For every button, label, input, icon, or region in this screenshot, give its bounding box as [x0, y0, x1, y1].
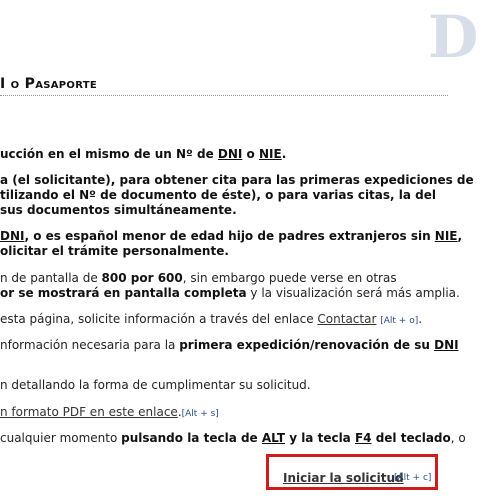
text-fragment: or se mostrará en pantalla completa — [0, 286, 247, 300]
text-fragment: del teclado — [371, 431, 451, 445]
paragraph-first-issue: nformación necesaria para la primera exp… — [0, 337, 459, 353]
nie-abbr: NIE — [434, 229, 458, 243]
text-fragment: o — [242, 147, 259, 161]
paragraph-applicant-line-3: sus documentos simultáneamente. — [0, 203, 237, 217]
site-logo: D — [428, 3, 478, 71]
dni-abbr: DNI — [434, 338, 459, 352]
paragraph-pdf: n formato PDF en este enlace.[Alt + s] — [0, 404, 219, 422]
text-fragment: primera expedición/renovación de su — [179, 338, 435, 352]
dni-abbr: DNI — [217, 147, 243, 161]
text-fragment: y la tecla — [285, 431, 355, 445]
paragraph-exit: cualquier momento pulsando la tecla de A… — [0, 430, 466, 446]
contact-shortcut: [Alt + o] — [380, 316, 419, 326]
paragraph-contact: esta página, solicite información a trav… — [0, 311, 422, 329]
header-bar: D — [0, 0, 500, 66]
start-application-shortcut: [Alt + c] — [394, 473, 432, 483]
text-fragment: , — [457, 229, 463, 243]
start-application-link[interactable]: Iniciar la solicitud — [283, 471, 404, 485]
paragraph-resolution-line-1: n de pantalla de 800 por 600, sin embarg… — [0, 270, 397, 286]
paragraph-applicant-line-1: a (el solicitante), para obtener cita pa… — [0, 173, 474, 187]
dni-abbr: DNI — [0, 229, 25, 243]
paragraph-minor-line-1: DNI, o es español menor de edad hijo de … — [0, 228, 462, 244]
resolution-value: 800 por 600 — [101, 271, 183, 285]
text-fragment: n de pantalla de — [0, 271, 102, 285]
text-fragment: y la visualización será más amplia. — [246, 286, 460, 300]
paragraph-instructions: n detallando la forma de cumplimentar su… — [0, 378, 311, 392]
text-fragment: ucción en el mismo de un Nº de — [0, 147, 218, 161]
text-fragment: , sin embargo puede verse en otras — [182, 271, 397, 285]
paragraph-applicant-line-2: tilizando el Nº de documento de éste), o… — [0, 188, 436, 202]
paragraph-minor-line-2: olicitar el trámite personalmente. — [0, 244, 229, 258]
alt-key: ALT — [261, 431, 286, 445]
text-fragment: nformación necesaria para la — [0, 338, 180, 352]
title-divider — [0, 95, 448, 96]
f4-key: F4 — [354, 431, 372, 445]
paragraph-resolution-line-2: or se mostrará en pantalla completa y la… — [0, 285, 460, 301]
text-fragment: , o es español menor de edad hijo de pad… — [24, 229, 435, 243]
text-fragment: . — [418, 312, 423, 326]
text-fragment: . — [281, 147, 287, 161]
contact-link[interactable]: Contactar — [317, 312, 376, 326]
page-title: I o Pasaporte — [0, 76, 98, 92]
text-fragment: esta página, solicite información a trav… — [0, 312, 318, 326]
nie-abbr: NIE — [258, 147, 282, 161]
text-fragment: pulsando la tecla de — [121, 431, 262, 445]
paragraph-dni-nie-requirement: ucción en el mismo de un Nº de DNI o NIE… — [0, 146, 286, 162]
text-fragment: cualquier momento — [0, 431, 122, 445]
start-application-highlight: Iniciar la solicitud [Alt + c] — [266, 454, 438, 490]
pdf-shortcut: [Alt + s] — [181, 409, 219, 419]
pdf-link[interactable]: n formato PDF en este enlace — [0, 405, 178, 419]
text-fragment: , o — [450, 431, 466, 445]
